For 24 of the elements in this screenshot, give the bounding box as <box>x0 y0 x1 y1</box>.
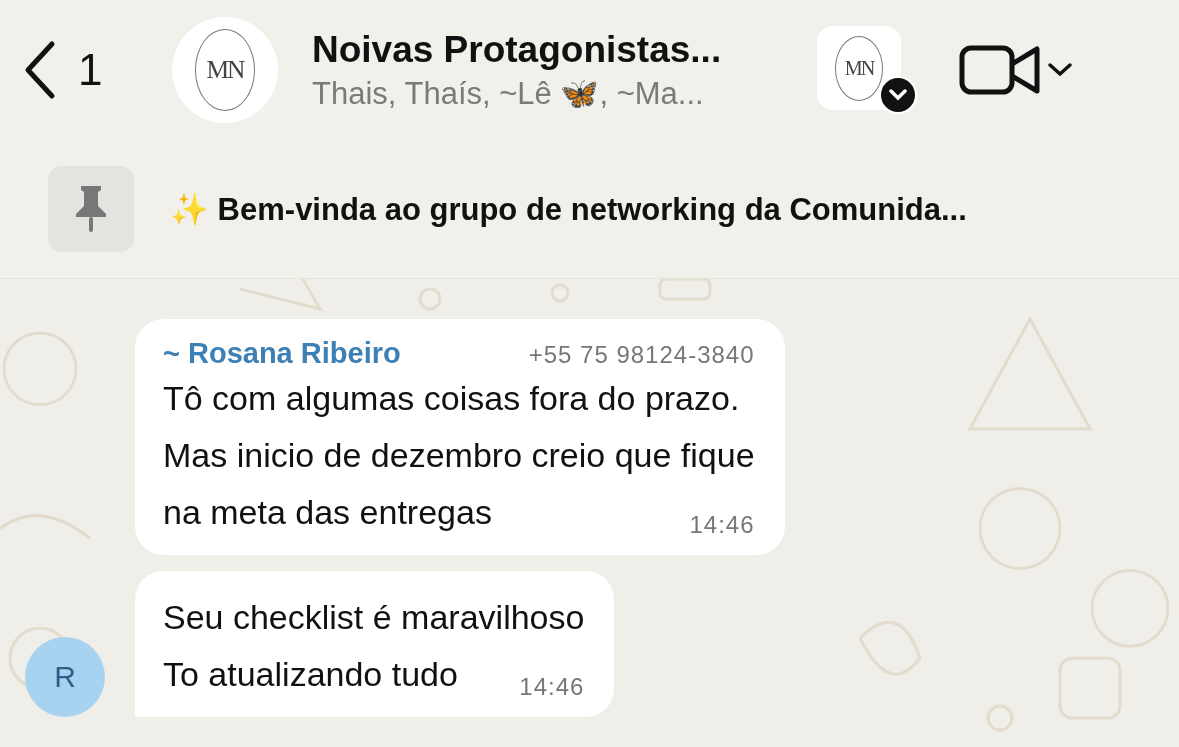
message-text: Seu checklist é maravilhoso <box>163 597 585 638</box>
message-text: Mas inicio de dezembro creio que fique <box>163 435 755 476</box>
group-avatar[interactable]: MN <box>172 17 278 123</box>
sender-avatar[interactable]: R <box>25 637 105 717</box>
message-time: 14:46 <box>519 673 585 701</box>
video-camera-icon <box>959 44 1041 96</box>
group-title: Noivas Protagonistas... <box>312 28 723 71</box>
chevron-down-icon <box>879 76 917 114</box>
sender-name[interactable]: ~ Rosana Ribeiro <box>163 337 401 370</box>
pin-icon <box>73 184 109 234</box>
message-text: Tô com algumas coisas fora do prazo. <box>163 378 741 419</box>
chevron-down-icon <box>1047 62 1073 78</box>
back-button[interactable]: 1 <box>22 40 172 100</box>
message-text: na meta das entregas <box>163 492 492 533</box>
video-call-button[interactable] <box>959 44 1073 96</box>
logo-text: MN <box>206 55 244 85</box>
group-members: Thais, Thaís, ~Lê 🦋, ~Ma... <box>312 74 705 112</box>
community-button[interactable]: MN <box>817 26 917 114</box>
pinned-message[interactable]: ✨ Bem-vinda ao grupo de networking da Comunida... <box>170 190 967 228</box>
pin-button[interactable] <box>48 166 134 252</box>
message-text: To atualizando tudo <box>163 654 458 695</box>
message-time: 14:46 <box>689 511 755 539</box>
sender-phone: +55 75 98124-3840 <box>528 341 755 369</box>
logo-text: MN <box>844 56 874 80</box>
